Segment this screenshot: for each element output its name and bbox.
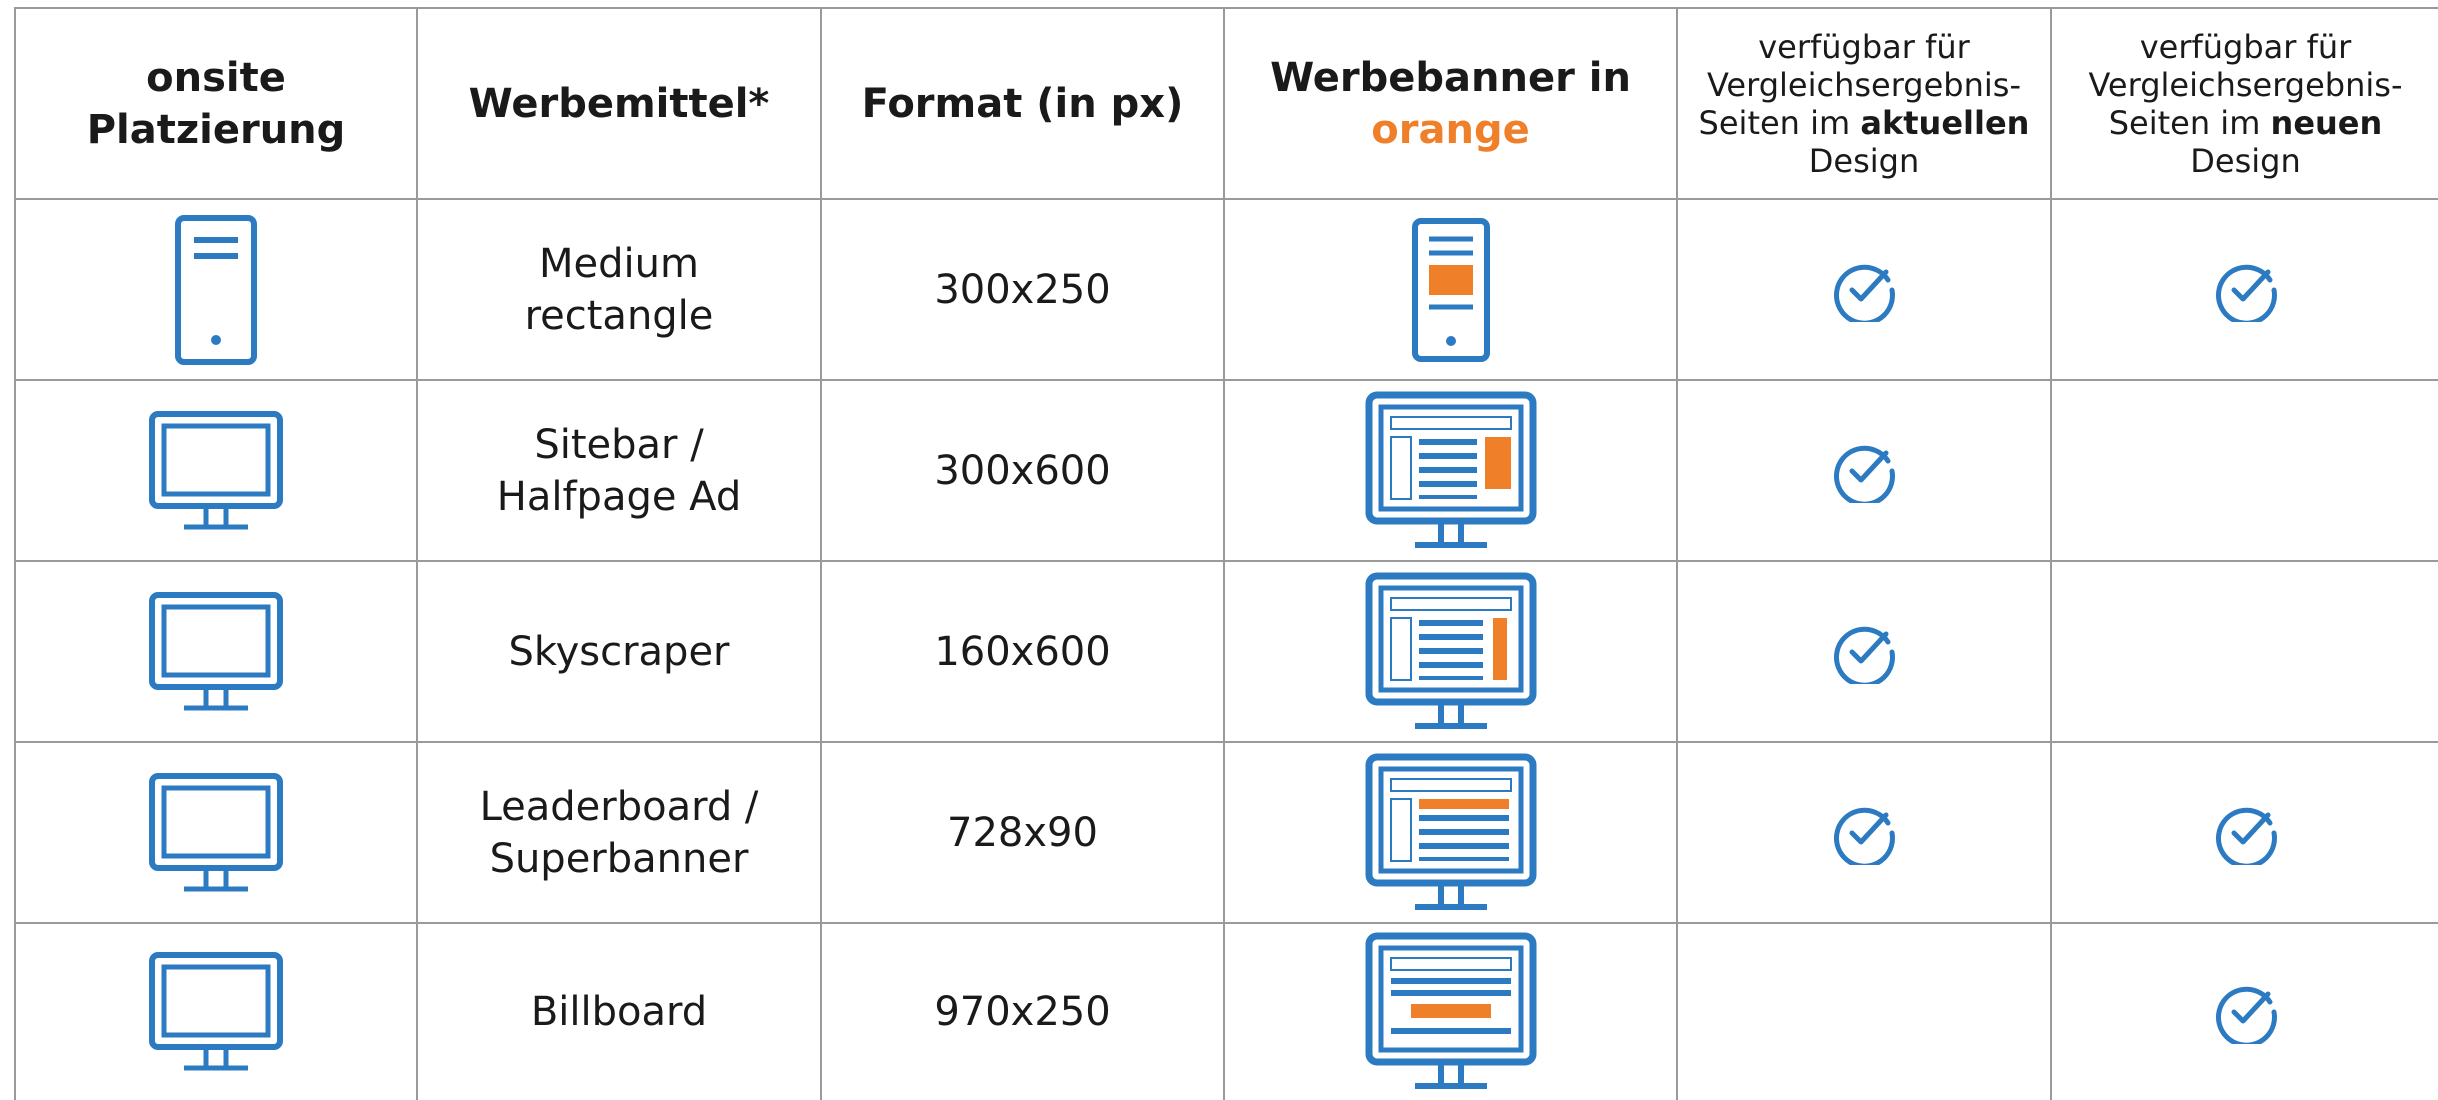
header-new-design: verfügbar für Vergleichsergebnis- Seiten… xyxy=(2050,7,2438,200)
ad-format-size: 300x600 xyxy=(820,379,1225,562)
ad-format-name: Medium rectangle xyxy=(416,198,822,381)
desktop-banner-leaderboard-icon xyxy=(1223,741,1678,924)
new-design-empty xyxy=(2050,379,2438,562)
table-row: Medium rectangle 300x250 xyxy=(14,198,2438,381)
desktop-monitor-icon xyxy=(14,741,418,924)
ad-format-name: Billboard xyxy=(416,922,822,1100)
ad-format-name: Skyscraper xyxy=(416,560,822,743)
ad-formats-table: onsite Platzierung Werbemittel* Format (… xyxy=(14,7,2438,1100)
desktop-banner-billboard-icon xyxy=(1223,922,1678,1100)
header-orange-banner: Werbebanner in orange xyxy=(1223,7,1678,200)
desktop-banner-skyscraper-icon xyxy=(1223,560,1678,743)
table-row: Skyscraper 160x600 xyxy=(14,560,2438,743)
desktop-banner-sitebar-icon xyxy=(1223,379,1678,562)
new-design-empty xyxy=(2050,560,2438,743)
ad-format-name: Leaderboard / Superbanner xyxy=(416,741,822,924)
current-design-check xyxy=(1676,560,2052,743)
table-row: Billboard 970x250 xyxy=(14,922,2438,1100)
new-design-check xyxy=(2050,922,2438,1100)
new-design-check xyxy=(2050,198,2438,381)
current-design-check xyxy=(1676,741,2052,924)
table-row: Sitebar / Halfpage Ad 300x600 xyxy=(14,379,2438,562)
desktop-monitor-icon xyxy=(14,922,418,1100)
mobile-icon xyxy=(14,198,418,381)
header-current-design: verfügbar für Vergleichsergebnis- Seiten… xyxy=(1676,7,2052,200)
desktop-monitor-icon xyxy=(14,379,418,562)
header-onsite-placement: onsite Platzierung xyxy=(14,7,418,200)
current-design-empty xyxy=(1676,922,2052,1100)
header-row: onsite Platzierung Werbemittel* Format (… xyxy=(14,7,2438,200)
table-row: Leaderboard / Superbanner 728x90 xyxy=(14,741,2438,924)
header-size-px: Format (in px) xyxy=(820,7,1225,200)
ad-format-size: 970x250 xyxy=(820,922,1225,1100)
new-design-check xyxy=(2050,741,2438,924)
ad-format-size: 300x250 xyxy=(820,198,1225,381)
current-design-check xyxy=(1676,198,2052,381)
ad-format-name: Sitebar / Halfpage Ad xyxy=(416,379,822,562)
current-design-check xyxy=(1676,379,2052,562)
desktop-monitor-icon xyxy=(14,560,418,743)
header-ad-format: Werbemittel* xyxy=(416,7,822,200)
orange-highlight: orange xyxy=(1371,106,1530,153)
mobile-banner-medium-rectangle-icon xyxy=(1223,198,1678,381)
ad-format-size: 160x600 xyxy=(820,560,1225,743)
ad-format-size: 728x90 xyxy=(820,741,1225,924)
